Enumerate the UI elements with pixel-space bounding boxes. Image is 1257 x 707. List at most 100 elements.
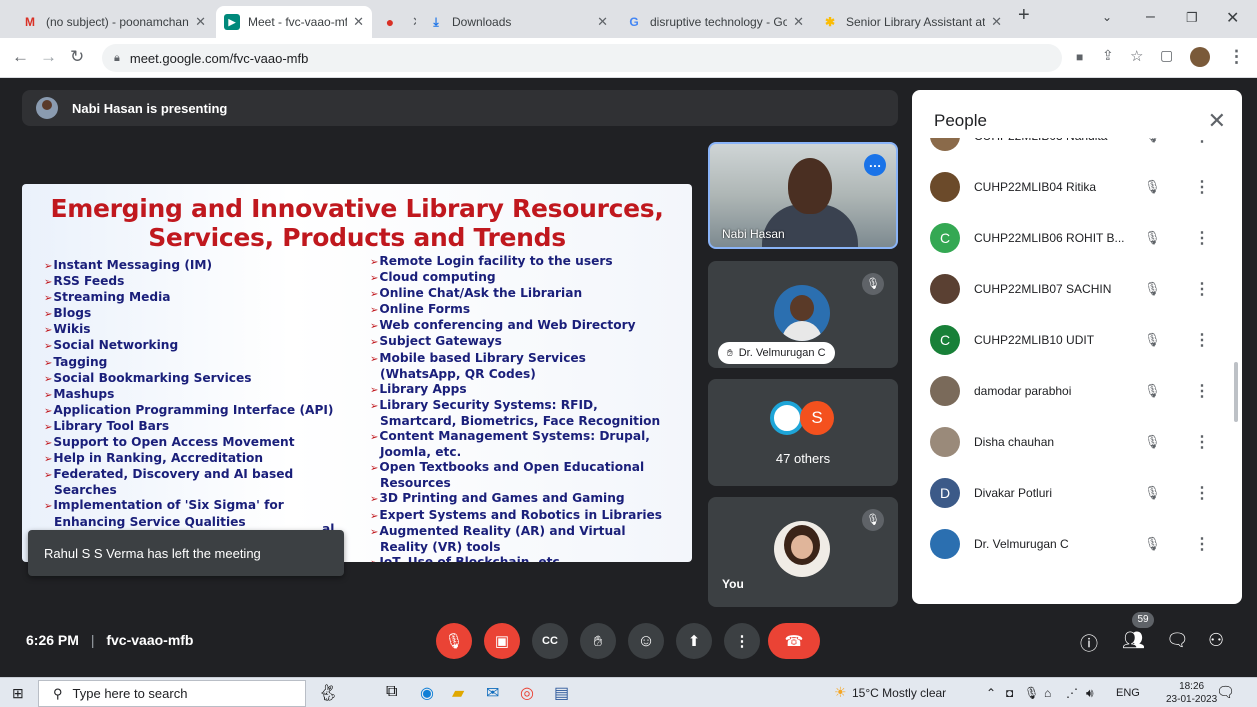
close-window-icon[interactable]: ✕ [1226, 8, 1239, 28]
more-vert-icon[interactable]: ⋮ [1194, 138, 1210, 146]
slide-bullet-text: 3D Printing and Games and Gaming [379, 491, 625, 506]
mic-tray-icon[interactable]: 🎙︎ [1024, 686, 1039, 700]
tab-google-search[interactable]: G disruptive technology - Goo ✕ [618, 6, 812, 38]
tab-recording[interactable]: ● ✕ [374, 6, 416, 38]
camera-in-use-icon[interactable]: ■ [1076, 50, 1083, 64]
activities-icon[interactable]: ⚇ [1208, 630, 1224, 651]
weather-icon[interactable]: ☀︎ [834, 684, 847, 701]
others-tile[interactable]: S 47 others [708, 379, 898, 486]
volume-icon[interactable]: 🔊︎ [1086, 686, 1094, 701]
more-vert-icon[interactable]: ⋮ [1194, 534, 1210, 554]
more-options-button[interactable]: ⋮ [724, 623, 760, 659]
profile-avatar[interactable] [1190, 47, 1210, 67]
participant-row[interactable]: Disha chauhan 🎙︎ ⋮ [912, 416, 1234, 467]
slide-bullet-item: ➢Augmented Reality (AR) and Virtual [370, 524, 662, 540]
mic-off-icon: 🎙︎ [1144, 178, 1161, 194]
close-tab-icon[interactable]: ✕ [793, 14, 804, 30]
more-vert-icon[interactable]: ⋮ [1194, 483, 1210, 503]
task-view-icon[interactable]: ⧉ [386, 683, 397, 701]
close-tab-icon[interactable]: ✕ [991, 14, 1002, 30]
participant-row[interactable]: C CUHP22MLIB10 UDIT 🎙︎ ⋮ [912, 314, 1234, 365]
people-icon[interactable]: 👥︎ [1122, 630, 1145, 651]
new-tab-icon[interactable]: + [1018, 4, 1030, 27]
tab-gmail[interactable]: M (no subject) - poonamchand ✕ [14, 6, 214, 38]
close-tab-icon[interactable]: ✕ [412, 14, 416, 30]
participant-list[interactable]: CUHP22MLIB03 Nandita🎙︎⋮CUHP22MLIB04 Riti… [912, 138, 1242, 604]
forward-icon[interactable]: → [40, 47, 57, 67]
windows-start-icon[interactable]: ⊞ [12, 685, 24, 702]
address-bar[interactable]: 🔒︎ meet.google.com/fvc-vaao-mfb [102, 44, 1062, 72]
people-panel: People ✕ CUHP22MLIB03 Nandita🎙︎⋮CUHP22ML… [912, 90, 1242, 604]
close-tab-icon[interactable]: ✕ [597, 14, 608, 30]
participant-avatar [930, 138, 960, 151]
participant-row[interactable]: Dr. Velmurugan C 🎙︎ ⋮ [912, 518, 1234, 569]
menu-kebab-icon[interactable]: ⋮ [1228, 47, 1245, 67]
more-options-icon[interactable]: … [864, 154, 886, 176]
file-explorer-icon[interactable]: ▰ [452, 683, 464, 703]
more-vert-icon[interactable]: ⋮ [1194, 432, 1210, 452]
back-icon[interactable]: ← [12, 47, 29, 67]
more-vert-icon[interactable]: ⋮ [1194, 228, 1210, 248]
search-placeholder: Type here to search [72, 686, 188, 701]
presenter-video-tile[interactable]: … Nabi Hasan [708, 142, 898, 249]
more-vert-icon[interactable]: ⋮ [1194, 279, 1210, 299]
participant-row[interactable]: CUHP22MLIB04 Ritika 🎙︎ ⋮ [912, 161, 1234, 212]
captions-button[interactable]: CC [532, 623, 568, 659]
tab-job-site[interactable]: ✱ Senior Library Assistant at BI ✕ [814, 6, 1010, 38]
participant-row[interactable]: D Divakar Potluri 🎙︎ ⋮ [912, 467, 1234, 518]
taskbar-search-box[interactable]: ⚲ Type here to search [38, 680, 306, 707]
edge-icon[interactable]: ◉ [420, 683, 434, 703]
participant-name: CUHP22MLIB06 ROHIT B... [974, 230, 1125, 245]
present-screen-button[interactable]: ⬆ [676, 623, 712, 659]
slide-bullet-text: Library Apps [379, 381, 467, 396]
reload-icon[interactable]: ↻ [70, 47, 84, 67]
weather-text[interactable]: 15°C Mostly clear [852, 686, 946, 700]
mail-icon[interactable]: ✉ [486, 683, 499, 703]
mic-toggle-button[interactable]: 🎙︎ [436, 623, 472, 659]
slide-bullet-text: Content Management Systems: Drupal, [379, 429, 650, 444]
side-panel-icon[interactable]: ▢ [1160, 47, 1173, 64]
meet-tray-icon[interactable]: ◘ [1006, 686, 1013, 700]
participant-row[interactable]: CUHP22MLIB07 SACHIN 🎙︎ ⋮ [912, 263, 1234, 314]
close-tab-icon[interactable]: ✕ [195, 14, 206, 30]
more-vert-icon[interactable]: ⋮ [1194, 330, 1210, 350]
wifi-icon[interactable]: ⋰ [1066, 686, 1078, 700]
close-icon[interactable]: ✕ [1208, 108, 1226, 134]
google-icon: G [629, 15, 639, 29]
word-icon[interactable]: ▤ [554, 683, 569, 703]
mic-off-icon: 🎙︎ [1144, 535, 1161, 551]
raise-hand-button[interactable]: ✋︎ [580, 623, 616, 659]
leave-call-button[interactable]: ☎︎ [768, 623, 820, 659]
notifications-icon[interactable]: 🗨︎ [1216, 683, 1235, 701]
restore-icon[interactable]: ❐ [1186, 10, 1198, 26]
chrome-icon[interactable]: ◎ [520, 683, 534, 703]
tab-search-icon[interactable]: ⌄ [1102, 10, 1112, 24]
participant-tile[interactable]: 🎙︎ ✋︎ Dr. Velmurugan C [708, 261, 898, 368]
bookmark-star-icon[interactable]: ☆ [1130, 47, 1143, 65]
reactions-button[interactable]: ☺ [628, 623, 664, 659]
tab-downloads[interactable]: ⤓ Downloads ✕ [420, 6, 616, 38]
slide-bullet-item: Reality (VR) tools [370, 540, 662, 555]
camera-toggle-button[interactable]: ▣ [484, 623, 520, 659]
mic-off-icon: 🎙︎ [862, 509, 884, 531]
network-icon[interactable]: ⌂ [1044, 686, 1051, 700]
tab-meet[interactable]: ▶ Meet - fvc-vaao-mfb ✕ [216, 6, 372, 38]
language-indicator[interactable]: ENG [1116, 687, 1140, 699]
more-vert-icon[interactable]: ⋮ [1194, 381, 1210, 401]
taskbar-clock[interactable]: 18:26 23-01-2023 [1166, 680, 1217, 706]
slide-bullet-text: Application Programming Interface (API) [53, 402, 334, 417]
minimize-icon[interactable]: – [1146, 8, 1155, 26]
mic-off-icon: 🎙︎ [1144, 484, 1161, 500]
participant-row[interactable]: C CUHP22MLIB06 ROHIT B... 🎙︎ ⋮ [912, 212, 1234, 263]
participant-row[interactable]: damodar parabhoi 🎙︎ ⋮ [912, 365, 1234, 416]
participant-list-scrollbar[interactable] [1234, 362, 1238, 422]
self-video-tile[interactable]: 🎙︎ You [708, 497, 898, 607]
chat-icon[interactable]: 🗨︎ [1166, 630, 1189, 651]
meeting-details-icon[interactable]: ⓘ [1080, 630, 1098, 656]
share-icon[interactable]: ⇪ [1102, 47, 1114, 64]
more-vert-icon[interactable]: ⋮ [1194, 177, 1210, 197]
hidden-icons-chevron-icon[interactable]: ⌃ [986, 686, 996, 700]
participant-row[interactable]: CUHP22MLIB03 Nandita 🎙︎ ⋮ [912, 138, 1234, 161]
close-tab-icon[interactable]: ✕ [353, 14, 364, 30]
slide-bullet-text: Support to Open Access Movement [53, 435, 295, 450]
